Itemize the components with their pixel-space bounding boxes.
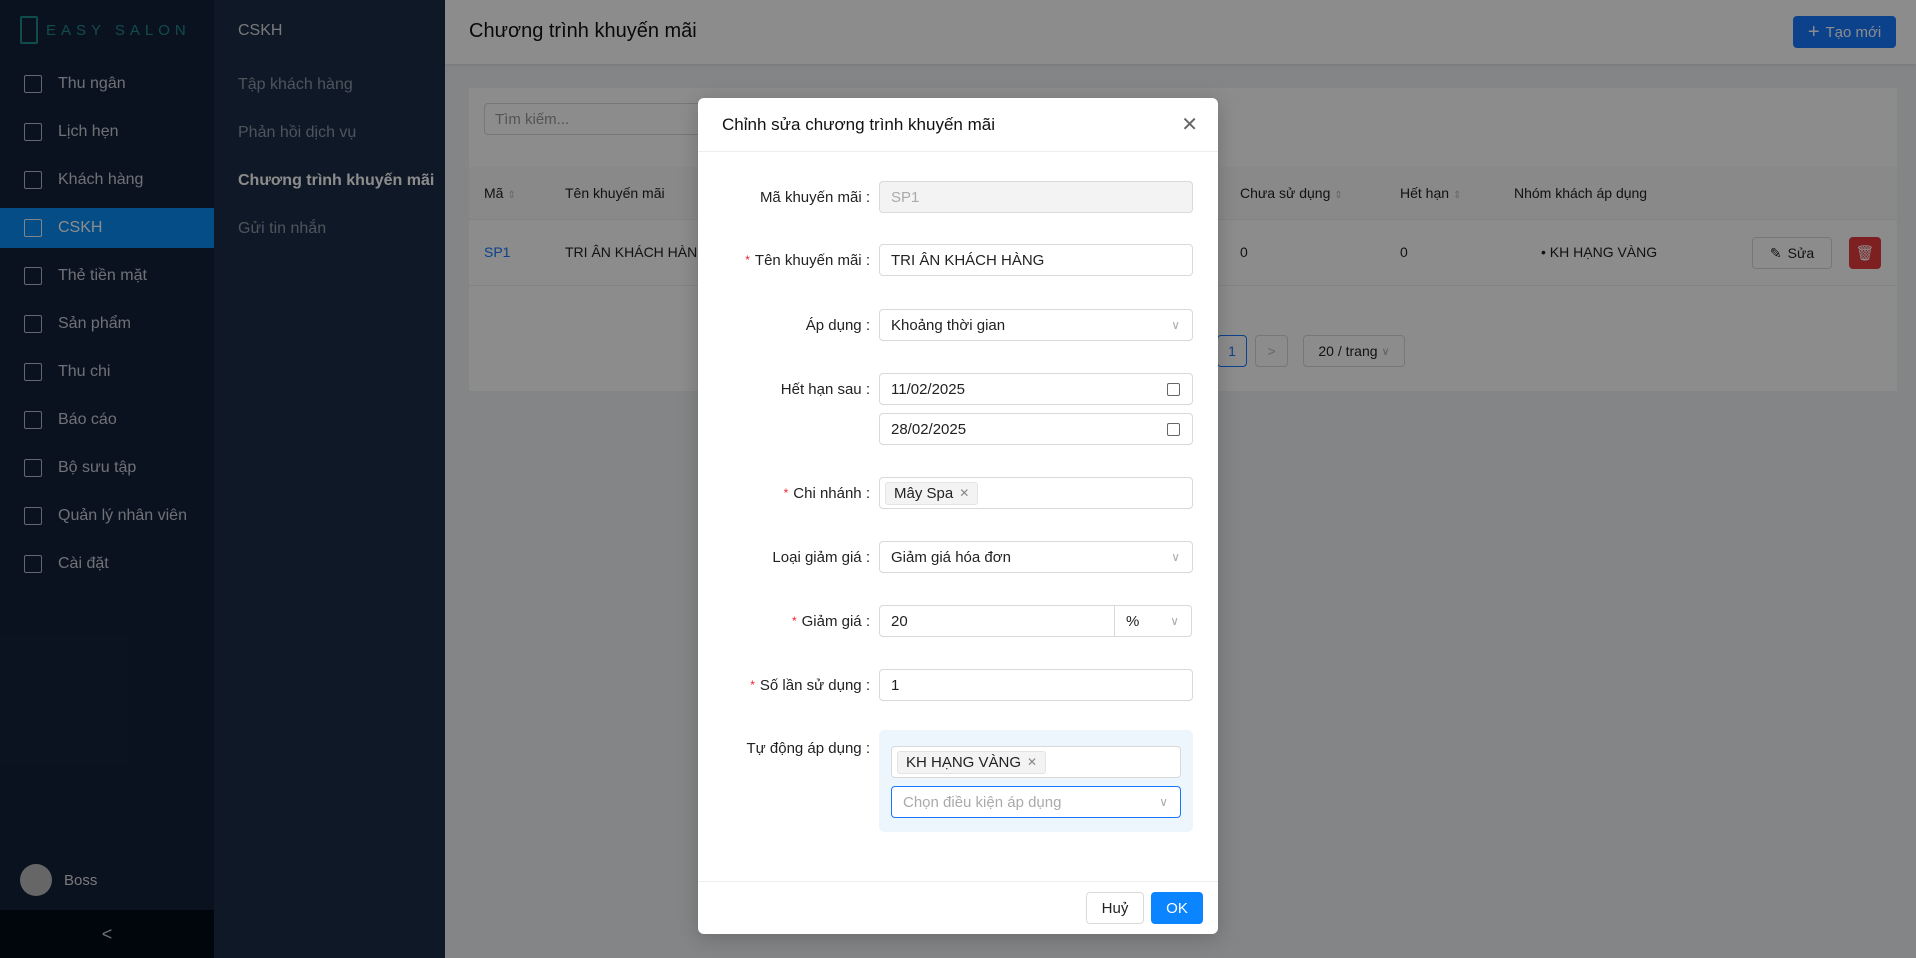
name-field[interactable]: TRI ÂN KHÁCH HÀNG <box>879 244 1193 276</box>
chevron-down-icon: ∨ <box>1171 550 1180 564</box>
name-label: * Tên khuyến mãi : <box>745 251 870 269</box>
uses-input[interactable]: 1 <box>879 669 1193 701</box>
expire-label: Hết hạn sau : <box>780 380 870 398</box>
auto-apply-box: KH HẠNG VÀNG ✕ Chọn điều kiện áp dụng ∨ <box>879 730 1193 832</box>
discount-unit-select[interactable]: % ∨ <box>1114 605 1192 637</box>
apply-select[interactable]: Khoảng thời gian ∨ <box>879 309 1193 341</box>
ok-button[interactable]: OK <box>1151 892 1203 924</box>
modal-title: Chỉnh sửa chương trình khuyến mãi <box>722 114 995 134</box>
cancel-button[interactable]: Huỷ <box>1086 892 1144 924</box>
branch-select[interactable]: Mây Spa ✕ <box>879 477 1193 509</box>
expire-from-date[interactable]: 11/02/2025 <box>879 373 1193 405</box>
auto-apply-tags[interactable]: KH HẠNG VÀNG ✕ <box>891 746 1181 778</box>
chevron-down-icon: ∨ <box>1170 614 1179 628</box>
calendar-icon <box>1167 422 1180 436</box>
group-tag: KH HẠNG VÀNG ✕ <box>897 750 1047 774</box>
code-label: Mã khuyến mãi : <box>759 188 870 206</box>
chevron-down-icon: ∨ <box>1171 318 1180 332</box>
expire-to-date[interactable]: 28/02/2025 <box>879 413 1193 445</box>
remove-tag-icon[interactable]: ✕ <box>959 486 969 500</box>
discount-label: * Giảm giá : <box>791 612 870 630</box>
branch-label: * Chi nhánh : <box>783 484 870 502</box>
close-icon[interactable]: ✕ <box>1181 112 1198 137</box>
discount-type-select[interactable]: Giảm giá hóa đơn ∨ <box>879 541 1193 573</box>
auto-apply-label: Tự động áp dụng : <box>746 739 870 757</box>
remove-tag-icon[interactable]: ✕ <box>1027 755 1037 769</box>
uses-label: * Số lần sử dụng : <box>750 676 870 694</box>
discount-type-label: Loại giảm giá : <box>772 548 870 566</box>
calendar-icon <box>1167 382 1180 396</box>
edit-promotion-modal: Chỉnh sửa chương trình khuyến mãi ✕ Mã kh… <box>698 98 1218 934</box>
condition-select[interactable]: Chọn điều kiện áp dụng ∨ <box>891 786 1181 818</box>
code-field: SP1 <box>879 181 1193 213</box>
apply-label: Áp dụng : <box>805 316 870 334</box>
branch-tag: Mây Spa ✕ <box>885 481 979 505</box>
discount-input[interactable]: 20 <box>879 605 1115 637</box>
chevron-down-icon: ∨ <box>1159 795 1168 809</box>
